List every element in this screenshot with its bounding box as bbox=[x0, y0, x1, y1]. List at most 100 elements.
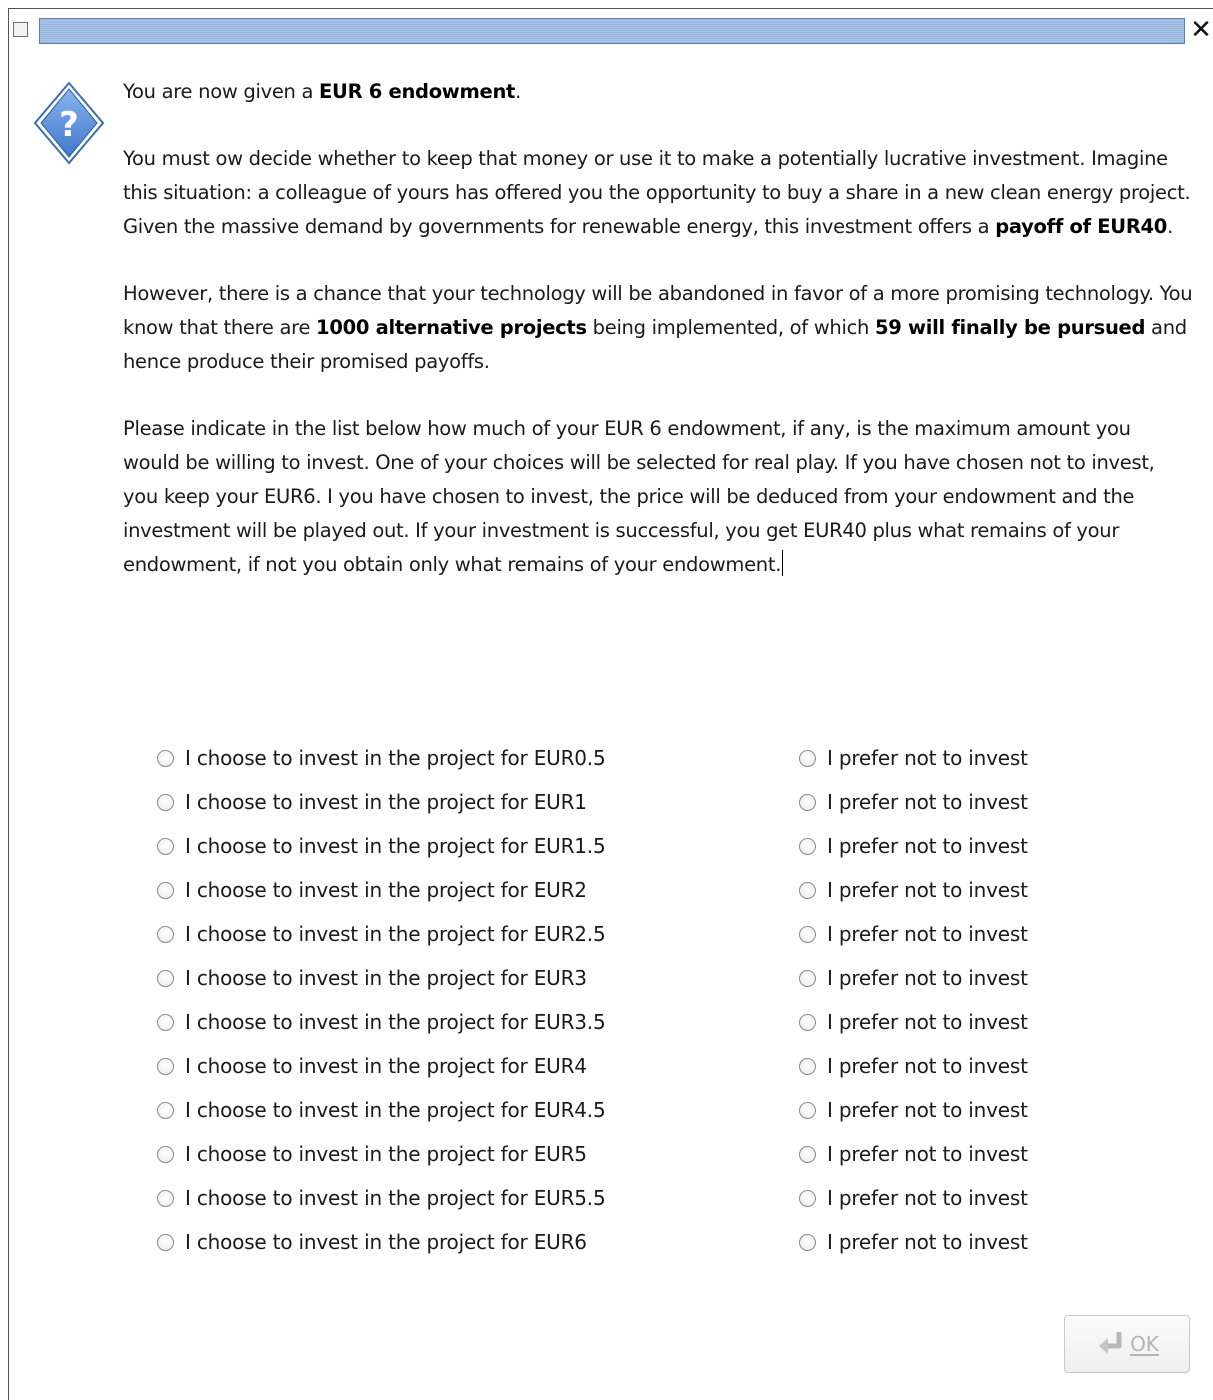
decline-radio[interactable] bbox=[799, 1013, 816, 1031]
scenario-paragraph: You must ow decide whether to keep that … bbox=[123, 142, 1193, 244]
window-menu-button[interactable] bbox=[13, 22, 28, 37]
choice-row: I choose to invest in the project for EU… bbox=[157, 1000, 1057, 1044]
decline-radio[interactable] bbox=[799, 1145, 816, 1163]
invest-radio[interactable] bbox=[157, 925, 174, 943]
scenario-text-end: . bbox=[1167, 215, 1173, 238]
invest-label: I choose to invest in the project for EU… bbox=[185, 966, 587, 990]
decline-option[interactable]: I prefer not to invest bbox=[799, 824, 1028, 868]
decline-label: I prefer not to invest bbox=[827, 1010, 1028, 1034]
invest-radio[interactable] bbox=[157, 881, 174, 899]
invest-radio[interactable] bbox=[157, 1189, 174, 1207]
choice-row: I choose to invest in the project for EU… bbox=[157, 956, 1057, 1000]
decline-option[interactable]: I prefer not to invest bbox=[799, 780, 1028, 824]
decline-option[interactable]: I prefer not to invest bbox=[799, 1176, 1028, 1220]
choice-row: I choose to invest in the project for EU… bbox=[157, 1088, 1057, 1132]
invest-radio[interactable] bbox=[157, 837, 174, 855]
title-bar-strip[interactable] bbox=[39, 18, 1185, 44]
risk-paragraph: However, there is a chance that your tec… bbox=[123, 277, 1193, 379]
instructions-text: Please indicate in the list below how mu… bbox=[123, 417, 1155, 576]
choice-row: I choose to invest in the project for EU… bbox=[157, 912, 1057, 956]
invest-label: I choose to invest in the project for EU… bbox=[185, 922, 606, 946]
message-text: You are now given a EUR 6 endowment. You… bbox=[123, 75, 1193, 615]
ok-button-label: OK bbox=[1130, 1332, 1159, 1356]
decline-label: I prefer not to invest bbox=[827, 1098, 1028, 1122]
invest-label: I choose to invest in the project for EU… bbox=[185, 1098, 606, 1122]
ok-button[interactable]: OK bbox=[1064, 1315, 1190, 1373]
decline-option[interactable]: I prefer not to invest bbox=[799, 1132, 1028, 1176]
choice-row: I choose to invest in the project for EU… bbox=[157, 1220, 1057, 1264]
invest-radio[interactable] bbox=[157, 793, 174, 811]
invest-radio[interactable] bbox=[157, 1101, 174, 1119]
intro-paragraph: You are now given a EUR 6 endowment. bbox=[123, 75, 1193, 109]
choice-row: I choose to invest in the project for EU… bbox=[157, 1044, 1057, 1088]
invest-radio[interactable] bbox=[157, 1057, 174, 1075]
invest-label: I choose to invest in the project for EU… bbox=[185, 1230, 587, 1254]
decline-option[interactable]: I prefer not to invest bbox=[799, 1044, 1028, 1088]
instructions-paragraph: Please indicate in the list below how mu… bbox=[123, 412, 1193, 582]
decline-option[interactable]: I prefer not to invest bbox=[799, 1220, 1028, 1264]
decline-radio[interactable] bbox=[799, 969, 816, 987]
decline-option[interactable]: I prefer not to invest bbox=[799, 956, 1028, 1000]
invest-option[interactable]: I choose to invest in the project for EU… bbox=[157, 912, 606, 956]
invest-label: I choose to invest in the project for EU… bbox=[185, 790, 587, 814]
decline-radio[interactable] bbox=[799, 925, 816, 943]
invest-label: I choose to invest in the project for EU… bbox=[185, 878, 587, 902]
invest-option[interactable]: I choose to invest in the project for EU… bbox=[157, 956, 587, 1000]
decline-radio[interactable] bbox=[799, 837, 816, 855]
invest-radio[interactable] bbox=[157, 749, 174, 767]
decline-radio[interactable] bbox=[799, 749, 816, 767]
decline-label: I prefer not to invest bbox=[827, 966, 1028, 990]
decline-label: I prefer not to invest bbox=[827, 1186, 1028, 1210]
invest-option[interactable]: I choose to invest in the project for EU… bbox=[157, 736, 606, 780]
decline-option[interactable]: I prefer not to invest bbox=[799, 1000, 1028, 1044]
alternative-projects-count: 1000 alternative projects bbox=[316, 316, 587, 339]
dialog-window: ✕ ? You are now given a EUR 6 endowment.… bbox=[8, 8, 1213, 1400]
invest-option[interactable]: I choose to invest in the project for EU… bbox=[157, 1220, 587, 1264]
decline-label: I prefer not to invest bbox=[827, 922, 1028, 946]
invest-radio[interactable] bbox=[157, 1145, 174, 1163]
decline-option[interactable]: I prefer not to invest bbox=[799, 736, 1028, 780]
decline-radio[interactable] bbox=[799, 793, 816, 811]
invest-option[interactable]: I choose to invest in the project for EU… bbox=[157, 1132, 587, 1176]
decline-option[interactable]: I prefer not to invest bbox=[799, 1088, 1028, 1132]
invest-option[interactable]: I choose to invest in the project for EU… bbox=[157, 824, 606, 868]
invest-option[interactable]: I choose to invest in the project for EU… bbox=[157, 1088, 606, 1132]
choice-row: I choose to invest in the project for EU… bbox=[157, 868, 1057, 912]
choice-row: I choose to invest in the project for EU… bbox=[157, 780, 1057, 824]
invest-label: I choose to invest in the project for EU… bbox=[185, 746, 606, 770]
question-icon: ? bbox=[33, 81, 105, 165]
invest-radio[interactable] bbox=[157, 1013, 174, 1031]
invest-label: I choose to invest in the project for EU… bbox=[185, 1142, 587, 1166]
decline-label: I prefer not to invest bbox=[827, 878, 1028, 902]
invest-option[interactable]: I choose to invest in the project for EU… bbox=[157, 1176, 606, 1220]
decline-option[interactable]: I prefer not to invest bbox=[799, 912, 1028, 956]
intro-text-end: . bbox=[515, 80, 521, 103]
invest-option[interactable]: I choose to invest in the project for EU… bbox=[157, 780, 587, 824]
decline-label: I prefer not to invest bbox=[827, 1230, 1028, 1254]
decline-label: I prefer not to invest bbox=[827, 1142, 1028, 1166]
invest-radio[interactable] bbox=[157, 969, 174, 987]
decline-radio[interactable] bbox=[799, 1233, 816, 1251]
text-caret bbox=[782, 550, 784, 576]
choice-row: I choose to invest in the project for EU… bbox=[157, 1176, 1057, 1220]
decline-label: I prefer not to invest bbox=[827, 834, 1028, 858]
decline-label: I prefer not to invest bbox=[827, 790, 1028, 814]
decline-radio[interactable] bbox=[799, 1189, 816, 1207]
decline-option[interactable]: I prefer not to invest bbox=[799, 868, 1028, 912]
invest-radio[interactable] bbox=[157, 1233, 174, 1251]
decline-label: I prefer not to invest bbox=[827, 746, 1028, 770]
invest-option[interactable]: I choose to invest in the project for EU… bbox=[157, 1000, 606, 1044]
close-button[interactable]: ✕ bbox=[1189, 15, 1213, 45]
titlebar: ✕ bbox=[9, 9, 1213, 49]
choice-row: I choose to invest in the project for EU… bbox=[157, 824, 1057, 868]
svg-text:?: ? bbox=[59, 105, 79, 145]
decline-label: I prefer not to invest bbox=[827, 1054, 1028, 1078]
invest-label: I choose to invest in the project for EU… bbox=[185, 1010, 606, 1034]
invest-option[interactable]: I choose to invest in the project for EU… bbox=[157, 868, 587, 912]
decline-radio[interactable] bbox=[799, 1101, 816, 1119]
intro-text: You are now given a bbox=[123, 80, 320, 103]
decline-radio[interactable] bbox=[799, 881, 816, 899]
decline-radio[interactable] bbox=[799, 1057, 816, 1075]
invest-option[interactable]: I choose to invest in the project for EU… bbox=[157, 1044, 587, 1088]
enter-arrow-icon bbox=[1099, 1332, 1122, 1354]
